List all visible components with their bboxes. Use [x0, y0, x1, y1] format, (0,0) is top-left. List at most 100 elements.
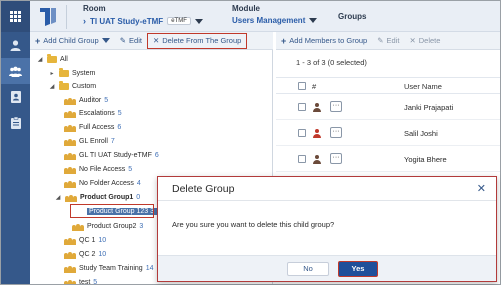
nav-clipboard[interactable] [1, 110, 30, 136]
tree-node-label: Study Team Training [79, 265, 143, 272]
tree-node-label: All [60, 56, 68, 63]
module-label: Module [232, 4, 260, 13]
add-child-group-label: Add Child Group [43, 36, 99, 45]
tree-node-group[interactable]: GL Enroll 7 [64, 135, 115, 148]
folder-icon [47, 54, 57, 63]
tree-node-label: Auditor [79, 97, 102, 104]
row-checkbox[interactable] [298, 103, 306, 111]
select-all-checkbox[interactable] [298, 82, 306, 90]
yes-button[interactable]: Yes [338, 261, 378, 277]
tree-node-group[interactable]: QC 1 10 [64, 234, 106, 247]
tree-node-group[interactable]: No File Access 5 [64, 163, 132, 176]
apps-grid-button[interactable] [1, 1, 30, 32]
table-row[interactable]: ··· Salil Joshi [276, 120, 500, 146]
member-count: 0 [136, 194, 141, 201]
person-head [315, 129, 319, 133]
tree-node-group[interactable]: No Folder Access 4 [64, 177, 141, 190]
tree-node-product-group1[interactable]: ◢ Product Group1 0 [54, 191, 140, 204]
delete-member-button[interactable]: ✕ Delete [404, 34, 445, 48]
caret-expanded-icon: ◢ [55, 195, 61, 201]
tree-node-group[interactable]: test 5 [64, 276, 97, 284]
group-icon [72, 223, 84, 231]
tree-node-group[interactable]: QC 2 10 [64, 248, 106, 261]
chevron-right-icon: › [83, 16, 86, 26]
page-title: Groups [338, 12, 367, 21]
room-value: TI UAT Study-eTMF [90, 16, 164, 26]
column-header-user-name[interactable]: User Name [404, 82, 442, 91]
group-icon [64, 180, 76, 188]
row-checkbox[interactable] [298, 129, 306, 137]
edit-label: Edit [129, 36, 142, 45]
nav-contacts[interactable] [1, 84, 30, 110]
caret-collapsed-icon: ▸ [50, 71, 54, 77]
top-header: Room › TI UAT Study-eTMF eTMF Module Use… [30, 1, 500, 32]
room-selector[interactable]: Room › TI UAT Study-eTMF eTMF [83, 4, 203, 26]
delete-from-group-button[interactable]: ✕ Delete From The Group [146, 32, 248, 49]
caret-expanded-icon: ◢ [49, 84, 55, 90]
user-name: Yogita Bhere [404, 155, 447, 164]
user-icon [10, 39, 21, 51]
tree-node-system[interactable]: ▸ System [48, 67, 95, 80]
plus-icon: + [281, 35, 287, 46]
add-members-label: Add Members to Group [289, 36, 368, 45]
selected-node-outline [70, 204, 154, 218]
folder-icon [59, 81, 69, 90]
tree-node-label: GL Enroll [79, 138, 108, 145]
delete-label: Delete [418, 36, 441, 45]
row-checkbox[interactable] [298, 155, 306, 163]
tree-node-label: No File Access [79, 166, 126, 173]
tree-node-all[interactable]: ◢ All [36, 53, 68, 66]
member-count: 10 [98, 251, 107, 258]
dialog-footer: No Yes [158, 255, 496, 281]
tree-node-group[interactable]: Full Access 6 [64, 121, 121, 134]
pencil-icon: ✎ [377, 36, 384, 45]
table-row[interactable]: ··· Yogita Bhere [276, 146, 500, 172]
tree-node-group[interactable]: GL TI UAT Study-eTMF 6 [64, 149, 159, 162]
header-divider [66, 5, 67, 29]
delete-from-group-label: Delete From The Group [162, 36, 242, 45]
tree-node-group[interactable]: Escalations 5 [64, 107, 122, 120]
group-icon [64, 279, 76, 284]
tree-node-custom[interactable]: ◢ Custom [48, 80, 96, 93]
group-icon [64, 251, 76, 259]
users-group-icon [9, 66, 22, 77]
edit-group-button[interactable]: ✎ Edit [115, 34, 147, 48]
tree-node-group[interactable]: Study Team Training 14 [64, 262, 153, 275]
row-actions-button[interactable]: ··· [330, 101, 342, 112]
nav-user[interactable] [1, 32, 30, 58]
tree-node-group[interactable]: Auditor 5 [64, 94, 108, 107]
folder-icon [59, 68, 69, 77]
nav-groups[interactable] [1, 58, 30, 84]
tree-node-product-group2[interactable]: Product Group2 3 [72, 220, 143, 233]
add-child-group-button[interactable]: + Add Child Group [30, 34, 115, 48]
group-icon [64, 152, 76, 160]
member-count: 14 [145, 265, 154, 272]
member-count: 6 [154, 152, 159, 159]
user-icon [313, 103, 321, 112]
group-icon [64, 138, 76, 146]
edit-member-button[interactable]: ✎ Edit [372, 34, 404, 48]
member-count: 5 [93, 279, 98, 284]
tree-node-label: Escalations [79, 110, 115, 117]
caret-down-icon [101, 38, 110, 43]
no-button[interactable]: No [287, 262, 329, 276]
tree-node-label: No Folder Access [79, 180, 134, 187]
close-icon: ✕ [152, 36, 160, 45]
member-count: 3 [139, 223, 144, 230]
person-head [315, 155, 319, 159]
module-selector[interactable]: Module Users Management [232, 4, 318, 25]
member-count: 4 [136, 180, 141, 187]
caret-down-icon [309, 18, 318, 23]
members-toolbar: + Add Members to Group ✎ Edit ✕ Delete [276, 32, 500, 50]
group-icon [64, 124, 76, 132]
left-nav-rail [1, 1, 30, 284]
row-actions-button[interactable]: ··· [330, 153, 342, 164]
row-actions-button[interactable]: ··· [330, 127, 342, 138]
user-icon [313, 129, 321, 138]
table-row[interactable]: ··· Janki Prajapati [276, 94, 500, 120]
close-icon[interactable]: ✕ [477, 182, 486, 195]
tree-node-label: test [79, 279, 91, 284]
add-members-button[interactable]: + Add Members to Group [276, 34, 372, 48]
pencil-icon: ✎ [119, 36, 127, 45]
group-icon [64, 97, 76, 105]
